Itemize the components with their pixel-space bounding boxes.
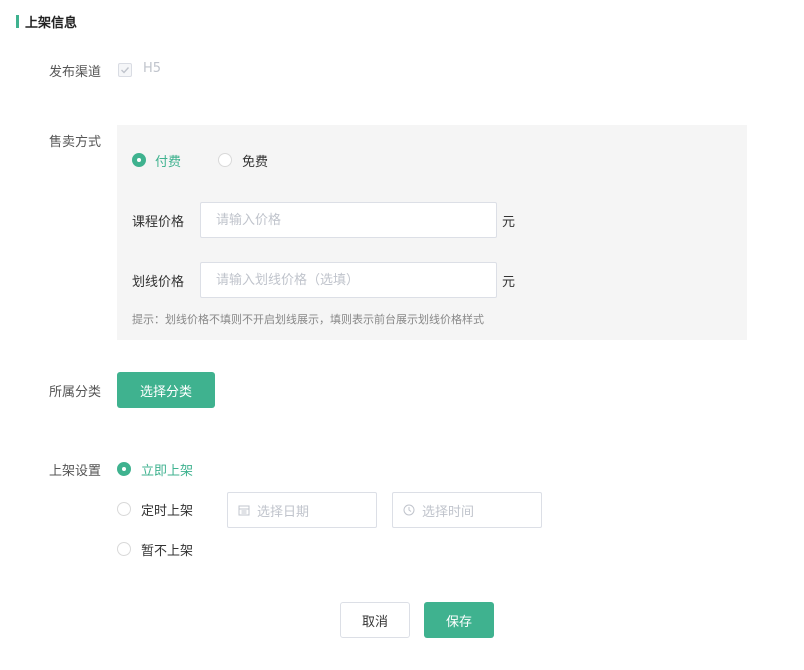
- listing-settings-label: 上架设置: [49, 464, 102, 479]
- time-picker[interactable]: 选择时间: [392, 492, 542, 528]
- section-accent-bar: [16, 14, 19, 28]
- paid-radio-label[interactable]: 付费: [155, 151, 181, 170]
- category-label: 所属分类: [49, 385, 102, 400]
- course-price-input[interactable]: [200, 202, 497, 238]
- cancel-button[interactable]: 取消: [340, 602, 410, 638]
- scheduled-radio[interactable]: [117, 502, 131, 516]
- date-picker[interactable]: 选择日期: [227, 492, 377, 528]
- time-picker-placeholder: 选择时间: [422, 504, 475, 520]
- strike-price-unit: 元: [502, 275, 516, 290]
- clock-icon: [403, 504, 415, 516]
- list-now-radio-label[interactable]: 立即上架: [141, 460, 193, 479]
- free-radio[interactable]: [218, 153, 232, 167]
- section-title: 上架信息: [25, 15, 78, 31]
- select-category-button[interactable]: 选择分类: [117, 372, 215, 408]
- not-listed-radio-label[interactable]: 暂不上架: [141, 540, 193, 559]
- calendar-icon: [238, 505, 250, 516]
- not-listed-radio[interactable]: [117, 542, 131, 556]
- strike-price-hint: 提示：划线价格不填则不开启划线展示，填则表示前台展示划线价格样式: [132, 313, 484, 326]
- course-price-unit: 元: [502, 215, 516, 230]
- section-header: 上架信息: [16, 12, 78, 31]
- h5-checkbox-label: H5: [143, 61, 162, 76]
- course-price-label: 课程价格: [132, 215, 185, 230]
- publish-channel-label: 发布渠道: [49, 65, 102, 80]
- paid-radio[interactable]: [132, 153, 146, 167]
- date-picker-placeholder: 选择日期: [257, 504, 310, 520]
- free-radio-label[interactable]: 免费: [242, 151, 268, 170]
- scheduled-radio-label[interactable]: 定时上架: [141, 500, 193, 519]
- check-icon: [121, 67, 130, 74]
- h5-checkbox[interactable]: [118, 63, 132, 77]
- sale-method-label: 售卖方式: [49, 135, 102, 150]
- strike-price-input[interactable]: [200, 262, 497, 298]
- list-now-radio[interactable]: [117, 462, 131, 476]
- save-button[interactable]: 保存: [424, 602, 494, 638]
- strike-price-label: 划线价格: [132, 275, 185, 290]
